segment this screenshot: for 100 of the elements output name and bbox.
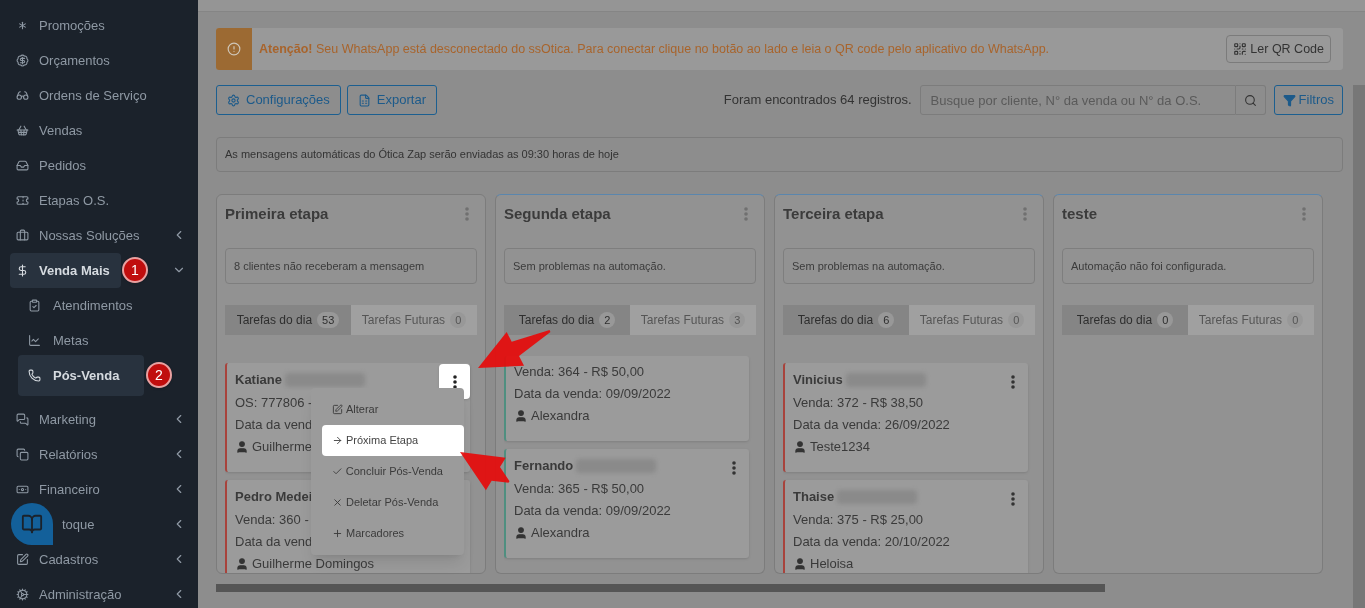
funnel-icon <box>1282 93 1296 107</box>
person-icon <box>793 440 807 454</box>
status-message: Sem problemas na automação. <box>504 248 756 284</box>
sidebar-item[interactable]: Vendas <box>10 113 89 148</box>
kebab-icon[interactable] <box>465 207 469 221</box>
submenu-item[interactable]: Metas <box>18 323 198 358</box>
card-line: Venda: 372 - R$ 38,50 <box>793 394 924 412</box>
count-badge: 6 <box>878 311 895 329</box>
assignee-name: Guilherme Domingos <box>252 555 375 573</box>
annotation-arrow <box>460 452 510 491</box>
sidebar-item[interactable]: Etapas O.S. <box>10 183 116 218</box>
tab[interactable]: Tarefas do dia 6 <box>783 305 909 335</box>
tab[interactable]: Tarefas Futuras 3 <box>630 305 756 335</box>
person-icon <box>514 409 528 423</box>
count-badge: 53 <box>317 311 340 329</box>
count-badge: 0 <box>1157 311 1174 329</box>
count-badge: 3 <box>729 311 746 329</box>
step-badge: 1 <box>122 257 148 283</box>
person-icon <box>235 557 249 571</box>
asterisk-icon <box>16 19 29 32</box>
card-line: Venda: 364 - R$ 50,00 <box>514 363 645 381</box>
book-icon <box>21 513 43 535</box>
phone-icon <box>28 369 41 382</box>
tab[interactable]: Tarefas Futuras 0 <box>1188 305 1314 335</box>
kebab-icon <box>1010 374 1015 389</box>
submenu-item[interactable]: Atendimentos <box>18 288 198 323</box>
kebab-icon <box>731 460 736 475</box>
column-title: Terceira etapa <box>783 203 884 224</box>
sidebar-item[interactable]: Venda Mais <box>10 253 121 288</box>
sidebar-item[interactable]: Cadastros <box>10 542 105 577</box>
count-badge: 0 <box>1008 311 1025 329</box>
sidebar-item[interactable]: Administração <box>10 577 128 608</box>
horizontal-scrollbar[interactable] <box>216 584 1105 592</box>
submenu-item[interactable]: Pós-Venda <box>18 355 144 396</box>
count-badge: 0 <box>450 311 467 329</box>
search-icon <box>1243 93 1257 107</box>
spreadsheet-icon <box>357 93 371 107</box>
menu-item[interactable]: Marcadores <box>311 518 464 549</box>
assignee-name: Guilherme <box>252 438 312 456</box>
column-title: teste <box>1062 203 1098 224</box>
sidebar-item[interactable]: Marketing <box>10 402 103 437</box>
chart-icon <box>28 334 41 347</box>
menu-item[interactable]: Deletar Pós-Venda <box>311 487 464 518</box>
card-line: Data da vend <box>235 533 313 551</box>
assignee-name: Alexandra <box>531 524 590 542</box>
chat-bubble-button[interactable] <box>11 503 53 545</box>
sidebar-item[interactable]: Nossas Soluções <box>10 218 146 253</box>
menu-item[interactable]: Alterar <box>311 394 464 425</box>
tab[interactable]: Tarefas do dia 0 <box>1062 305 1188 335</box>
search-button[interactable] <box>1235 85 1266 115</box>
tab[interactable]: Tarefas do dia 2 <box>504 305 630 335</box>
card-line: Data da vend <box>235 416 313 434</box>
person-icon <box>514 526 528 540</box>
step-badge: 2 <box>146 362 172 388</box>
card-line: Data da venda: 09/09/2022 <box>514 385 671 403</box>
sidebar-item[interactable]: Ordens de Serviço <box>10 78 153 113</box>
sidebar-item[interactable]: Relatórios <box>10 437 104 472</box>
client-name: Thaise <box>793 488 835 506</box>
assignee-name: Teste1234 <box>810 438 870 456</box>
banknote-icon <box>16 483 29 496</box>
glasses-icon <box>16 89 29 102</box>
person-icon <box>235 440 249 454</box>
client-name: Vinicius <box>793 371 843 389</box>
kebab-icon[interactable] <box>744 207 748 221</box>
person-icon <box>793 557 807 571</box>
inbox-icon <box>16 159 29 172</box>
pen-icon <box>332 404 343 415</box>
chat-icon <box>16 413 29 426</box>
sidebar-item[interactable]: Promoções <box>10 8 111 43</box>
card-line: Data da venda: 09/09/2022 <box>514 502 671 520</box>
qr-code-button[interactable]: Ler QR Code <box>1226 35 1331 63</box>
sidebar-item[interactable]: Orçamentos <box>10 43 116 78</box>
client-name: Pedro Medei <box>235 488 313 506</box>
card-line: Data da venda: 20/10/2022 <box>793 533 950 551</box>
card-line: Venda: 365 - R$ 50,00 <box>514 480 645 498</box>
pen-icon <box>16 553 29 566</box>
tab[interactable]: Tarefas Futuras 0 <box>351 305 477 335</box>
count-badge: 0 <box>1287 311 1304 329</box>
kebab-icon[interactable] <box>1302 207 1306 221</box>
tab[interactable]: Tarefas do dia 53 <box>225 305 351 335</box>
card-line: OS: 777806 - <box>235 394 313 412</box>
qr-code-icon <box>1233 42 1248 56</box>
sidebar-item[interactable]: Financeiro <box>10 472 106 507</box>
client-name: Fernando <box>514 457 574 475</box>
menu-item[interactable]: Concluir Pós-Venda <box>311 456 464 487</box>
column-title: Primeira etapa <box>225 203 329 224</box>
alert-text: Atenção! Seu WhatsApp está desconectado do ssOtica. Para conectar clique no botão ao lado e leia o QR code pelo aplicativo do WhatsApp. <box>259 40 1050 58</box>
kebab-icon[interactable] <box>1023 207 1027 221</box>
sidebar-item[interactable]: Pedidos <box>10 148 92 183</box>
status-message: Sem problemas na automação. <box>783 248 1035 284</box>
card-line: Venda: 360 - <box>235 511 309 529</box>
menu-item[interactable]: Próxima Etapa <box>322 425 464 456</box>
basket-icon <box>16 124 29 137</box>
dollar-icon <box>16 264 29 277</box>
sidebar-item[interactable]: toque <box>56 507 101 542</box>
gear-icon <box>16 588 29 601</box>
tab[interactable]: Tarefas Futuras 0 <box>909 305 1035 335</box>
client-name: Katiane <box>235 371 282 389</box>
plus-icon <box>332 528 343 539</box>
copy-icon <box>16 448 29 461</box>
